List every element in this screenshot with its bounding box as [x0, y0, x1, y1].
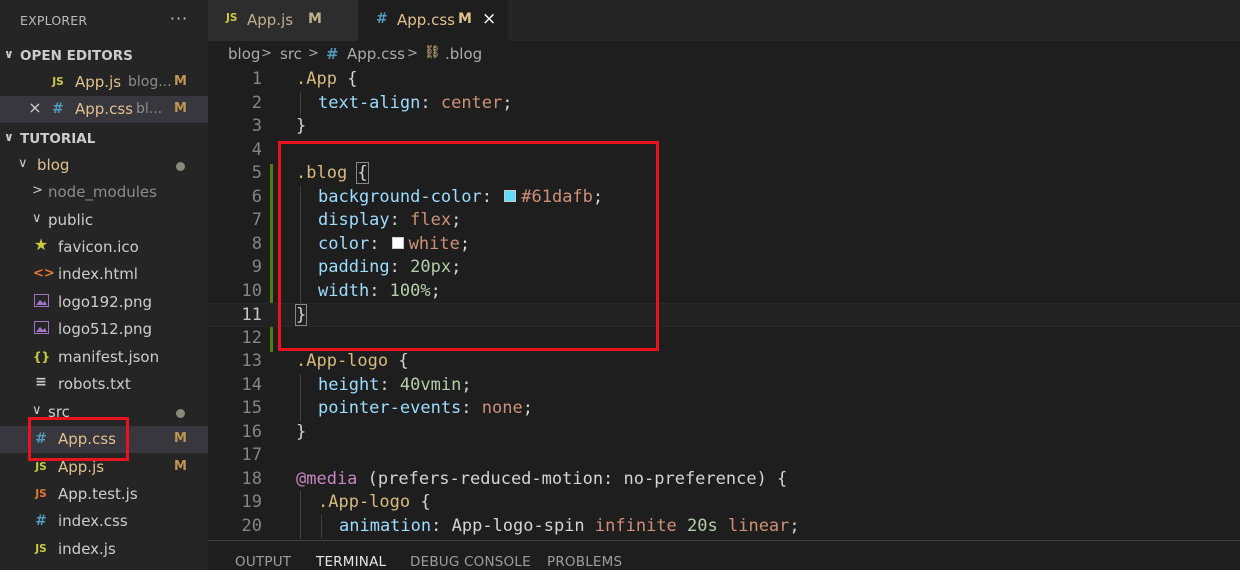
tree-file-app-css[interactable]: # App.css M [0, 426, 208, 453]
close-icon[interactable]: × [27, 100, 43, 116]
code-editor[interactable]: 1 .App { 2 text-align: center; 3 } 4 5 .… [208, 68, 1240, 540]
tree-folder-node-modules[interactable]: > node_modules [0, 179, 208, 206]
code-line: 14 height: 40vmin; [208, 373, 1240, 398]
tree-file-manifest[interactable]: {} manifest.json [0, 344, 208, 371]
css-file-icon: # [35, 431, 47, 447]
code-line: 5 .blog { [251, 162, 369, 184]
json-file-icon: {} [33, 350, 51, 364]
chevron-down-icon: ∨ [18, 156, 28, 171]
tree-file-robots[interactable]: ≡ robots.txt [0, 371, 208, 398]
ellipsis-icon[interactable]: ··· [168, 8, 190, 30]
code-line: 2 text-align: center; [208, 91, 1240, 116]
code-line: 1 .App { [251, 69, 358, 89]
tab-app-js[interactable]: JS App.js M [208, 0, 358, 41]
tree-file-index-js[interactable]: JS index.js [0, 536, 208, 563]
open-editor-path: blog... [128, 74, 172, 90]
explorer-sidebar: EXPLORER ··· ∨ OPEN EDITORS JS App.js bl… [0, 0, 208, 570]
chevron-down-icon: ∨ [4, 130, 14, 144]
explorer-title: EXPLORER [20, 13, 88, 28]
javascript-file-icon: JS [35, 543, 47, 555]
tree-file-app-test-js[interactable]: JS App.test.js [0, 481, 208, 508]
color-swatch[interactable] [504, 189, 517, 202]
code-line: 7 display: flex; [208, 209, 1240, 233]
tree-folder-public[interactable]: ∨ public [0, 207, 208, 234]
javascript-file-icon: JS [52, 76, 64, 88]
editor-tab-bar: JS App.js M # App.css M × [208, 0, 1240, 41]
code-line: 4 [251, 139, 262, 160]
code-line-current: 11 } [208, 303, 1240, 327]
tree-file-index-css[interactable]: # index.css [0, 508, 208, 535]
tab-debug-console[interactable]: DEBUG CONSOLE [410, 554, 531, 570]
star-icon: ★ [33, 235, 49, 254]
tree-file-logo512[interactable]: logo512.png [0, 316, 208, 343]
open-editor-app-js[interactable]: JS App.js blog... M [0, 69, 208, 96]
panel-tab-bar: OUTPUT TERMINAL DEBUG CONSOLE PROBLEMS [208, 540, 1240, 570]
css-selector-icon: ⛓ [424, 45, 441, 60]
color-swatch[interactable] [391, 236, 404, 249]
code-line: 20 animation: App-logo-spin infinite 20s… [208, 514, 1240, 539]
modified-badge: M [174, 101, 187, 116]
open-editor-app-css[interactable]: × # App.css bl... M [0, 96, 208, 123]
javascript-test-file-icon: JS [35, 488, 47, 500]
modified-badge: M [308, 11, 322, 27]
workspace-header[interactable]: ∨ TUTORIAL [0, 128, 208, 150]
image-file-icon [33, 294, 49, 311]
modified-badge: M [174, 74, 187, 89]
css-file-icon: # [326, 45, 339, 63]
code-line: 6 background-color: #61dafb; [208, 185, 1240, 210]
code-line: 15 pointer-events: none; [208, 397, 1240, 421]
tree-file-index-html[interactable]: <> index.html [0, 261, 208, 288]
tree-file-logo192[interactable]: logo192.png [0, 289, 208, 316]
text-file-icon: ≡ [35, 374, 47, 390]
open-editors-header[interactable]: ∨ OPEN EDITORS [0, 45, 208, 67]
css-file-icon: # [52, 101, 64, 117]
tree-file-favicon[interactable]: ★ favicon.ico [0, 234, 208, 261]
close-icon[interactable]: × [482, 9, 496, 29]
javascript-file-icon: JS [226, 12, 238, 24]
chevron-down-icon: ∨ [32, 403, 42, 418]
chevron-right-icon: > [308, 46, 319, 61]
image-file-icon [33, 321, 49, 338]
code-line: 17 [241, 445, 262, 465]
css-file-icon: # [376, 11, 388, 27]
chevron-right-icon: > [32, 183, 43, 198]
chevron-down-icon: ∨ [32, 211, 42, 226]
modified-badge: M [458, 11, 472, 27]
explorer-header: EXPLORER ··· [0, 0, 208, 40]
breadcrumb-app-css[interactable]: App.css [347, 45, 405, 63]
chevron-right-icon: > [407, 46, 418, 61]
open-editor-name: App.css [75, 100, 133, 118]
html-file-icon: <> [33, 266, 55, 281]
code-line: 10 width: 100%; [208, 279, 1240, 304]
css-file-icon: # [35, 513, 47, 529]
open-editor-path: bl... [136, 101, 163, 117]
modified-dot [176, 409, 185, 418]
breadcrumb-blog-selector[interactable]: .blog [445, 45, 482, 63]
tab-terminal[interactable]: TERMINAL [316, 554, 386, 570]
code-line: 18 @media (prefers-reduced-motion: no-pr… [241, 468, 788, 489]
modified-dot [176, 162, 185, 171]
tree-folder-src[interactable]: ∨ src [0, 399, 208, 426]
tree-folder-blog[interactable]: ∨ blog [0, 152, 208, 179]
javascript-file-icon: JS [35, 461, 47, 473]
tab-problems[interactable]: PROBLEMS [547, 554, 622, 570]
chevron-right-icon: > [261, 46, 272, 61]
code-line: 3 } [251, 116, 307, 136]
code-line: 9 padding: 20px; [208, 256, 1240, 280]
code-line: 19 .App-logo { [208, 491, 1240, 515]
tab-output[interactable]: OUTPUT [235, 554, 291, 570]
breadcrumb-src[interactable]: src [280, 45, 302, 63]
tree-file-app-js[interactable]: JS App.js M [0, 454, 208, 481]
modified-badge: M [174, 459, 187, 474]
tab-app-css[interactable]: # App.css M × [358, 0, 508, 41]
code-line: 12 [241, 327, 262, 348]
breadcrumb-blog[interactable]: blog [228, 45, 260, 63]
code-line: 8 color: white; [208, 232, 1240, 257]
modified-badge: M [174, 431, 187, 446]
code-line: 13 .App-logo { [241, 351, 409, 371]
code-line: 16 } [241, 421, 307, 442]
open-editor-name: App.js [75, 73, 122, 91]
chevron-down-icon: ∨ [4, 47, 14, 61]
